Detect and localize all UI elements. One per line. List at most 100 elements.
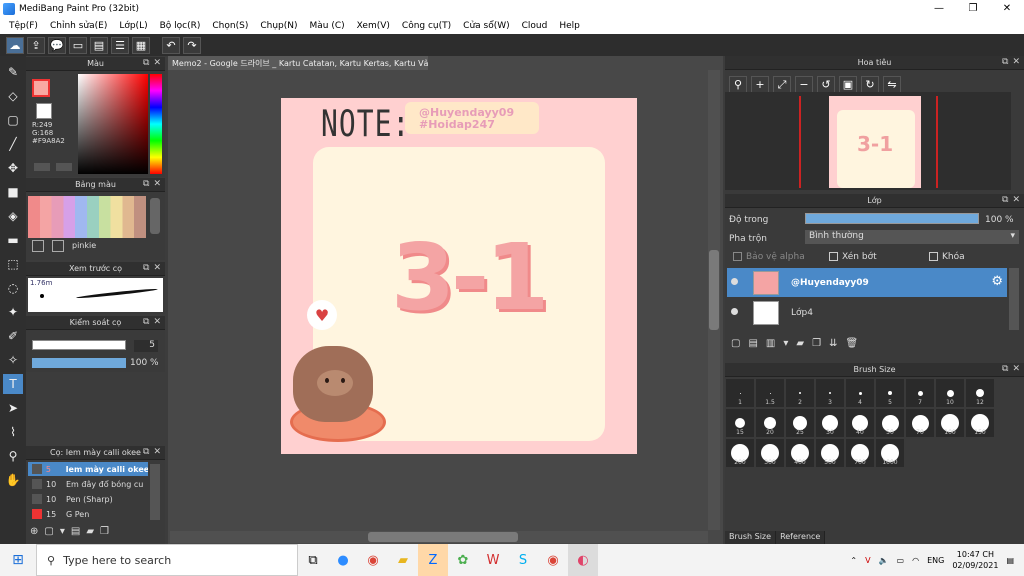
brush-size-cell[interactable]: 4	[845, 378, 875, 408]
duplicate-icon[interactable]: ❐	[100, 526, 109, 537]
brush-size-cell[interactable]: 2	[785, 378, 815, 408]
menu-tools[interactable]: Công cụ(T)	[396, 21, 457, 31]
detach-icon[interactable]: ⧉	[143, 447, 149, 457]
zoom-out-icon[interactable]: −	[795, 76, 813, 93]
upload-icon[interactable]: ⇪	[27, 36, 45, 54]
clock[interactable]: 10:47 CH 02/09/2021	[952, 549, 998, 571]
close-icon[interactable]: ✕	[153, 447, 161, 457]
eraser-tool-icon[interactable]: ◇	[3, 86, 23, 106]
brush-size-cell[interactable]: 400	[785, 438, 815, 468]
detach-icon[interactable]: ⧉	[1002, 195, 1008, 205]
brush-item[interactable]: 10 Em đây đổ bóng cu	[28, 477, 148, 491]
clip-checkbox[interactable]: Xén bớt	[829, 252, 877, 262]
undo-icon[interactable]: ↶	[162, 36, 180, 54]
new-layer-8bit-icon[interactable]: ▤	[748, 338, 757, 349]
brush-size-cell[interactable]: 70	[905, 408, 935, 438]
maximize-button[interactable]: ❐	[956, 0, 990, 17]
brush-size-cell[interactable]: 100	[935, 408, 965, 438]
redo-icon[interactable]: ↷	[183, 36, 201, 54]
task-view-icon[interactable]: ⧉	[298, 544, 328, 576]
canvas-vertical-scrollbar[interactable]	[708, 70, 720, 530]
dropper-tool-icon[interactable]: ⌇	[3, 422, 23, 442]
file-explorer-icon[interactable]: ▰	[388, 544, 418, 576]
color-mode-button[interactable]	[34, 163, 50, 171]
document-icon[interactable]: ▤	[90, 36, 108, 54]
document-tab[interactable]: Memo2 - Google 드라이브 _ Kartu Catatan, Kar…	[168, 56, 428, 70]
volume-icon[interactable]: 🔈	[879, 556, 889, 565]
brush-size-cell[interactable]: 15	[725, 408, 755, 438]
brush-size-cell[interactable]: 5	[875, 378, 905, 408]
color-gradient-square[interactable]	[78, 74, 148, 174]
protect-alpha-checkbox[interactable]: Bảo vệ alpha	[733, 252, 805, 262]
detach-icon[interactable]: ⧉	[1002, 364, 1008, 374]
chevron-up-icon[interactable]: ⌃	[850, 556, 857, 565]
fit-icon[interactable]: ⤢	[773, 76, 791, 93]
detach-icon[interactable]: ⧉	[1002, 57, 1008, 67]
text-tool-icon[interactable]: T	[3, 374, 23, 394]
menu-help[interactable]: Help	[553, 21, 586, 31]
add-layer-menu-icon[interactable]: ▾	[783, 338, 788, 349]
language-indicator[interactable]: ENG	[927, 556, 944, 565]
menu-file[interactable]: Tệp(F)	[3, 21, 44, 31]
skype-icon[interactable]: S	[508, 544, 538, 576]
line-tool-icon[interactable]: ╱	[3, 134, 23, 154]
hand-tool-icon[interactable]: ✋	[3, 470, 23, 490]
menu-select[interactable]: Chọn(S)	[206, 21, 254, 31]
brush-size-cell[interactable]: 3	[815, 378, 845, 408]
scroll-thumb[interactable]	[709, 250, 719, 330]
list-icon[interactable]: ☰	[111, 36, 129, 54]
brush-settings-icon[interactable]: ▤	[71, 526, 80, 537]
background-swatch[interactable]	[36, 103, 52, 119]
brush-size-cell[interactable]: 12	[965, 378, 995, 408]
brush-size-cell[interactable]: 20	[755, 408, 785, 438]
tab-reference[interactable]: Reference	[776, 531, 826, 544]
layer-row[interactable]: @Huyendayy09 ⚙	[727, 268, 1007, 297]
layer-opacity-slider[interactable]	[805, 213, 979, 224]
color-mode-button-2[interactable]	[56, 163, 72, 171]
select-rect-icon[interactable]: ⬚	[3, 254, 23, 274]
zoom-in-icon[interactable]: +	[751, 76, 769, 93]
rect-tool-icon[interactable]: ▢	[3, 110, 23, 130]
magic-wand-icon[interactable]: ✦	[3, 302, 23, 322]
delete-palette-icon[interactable]	[52, 240, 64, 252]
menu-window[interactable]: Cửa sổ(W)	[457, 21, 515, 31]
select-pen-icon[interactable]: ✐	[3, 326, 23, 346]
cloud-icon[interactable]: ☁	[6, 36, 24, 54]
actual-size-icon[interactable]: ▣	[839, 76, 857, 93]
eye-icon[interactable]	[731, 278, 738, 285]
brush-size-cell[interactable]: 200	[725, 438, 755, 468]
add-brush-icon[interactable]: ⊕	[30, 526, 38, 537]
brush-size-cell[interactable]: 1000	[875, 438, 905, 468]
menu-edit[interactable]: Chỉnh sửa(E)	[44, 21, 113, 31]
antivirus-icon[interactable]: V	[865, 556, 870, 565]
menu-layer[interactable]: Lớp(L)	[113, 21, 153, 31]
chrome-icon[interactable]: ◉	[358, 544, 388, 576]
zalo-icon[interactable]: Z	[418, 544, 448, 576]
brush-size-cell[interactable]: 40	[845, 408, 875, 438]
bucket-tool-icon[interactable]: ◈	[3, 206, 23, 226]
app-green-icon[interactable]: ✿	[448, 544, 478, 576]
brush-size-cell[interactable]: 1	[725, 378, 755, 408]
brush-size-cell[interactable]: 10	[935, 378, 965, 408]
brush-size-value[interactable]: 5	[134, 340, 158, 352]
notification-icon[interactable]: ▤	[1006, 556, 1014, 565]
brush-list-scrollbar[interactable]	[150, 464, 160, 520]
canvas-horizontal-scrollbar[interactable]	[170, 531, 708, 543]
menu-color[interactable]: Màu (C)	[304, 21, 351, 31]
minimize-button[interactable]: —	[922, 0, 956, 17]
brush-opacity-slider[interactable]	[32, 358, 126, 368]
brush-tool-icon[interactable]: ✎	[3, 62, 23, 82]
palette-swatches[interactable]	[28, 196, 146, 238]
grid-icon[interactable]: ▦	[132, 36, 150, 54]
network-icon[interactable]: ◠	[912, 556, 919, 565]
blend-mode-select[interactable]: Bình thường ▾	[805, 230, 1019, 244]
gradient-tool-icon[interactable]: ▬	[3, 230, 23, 250]
detach-icon[interactable]: ⧉	[143, 58, 149, 68]
palette-scrollbar[interactable]	[150, 198, 160, 234]
duplicate-icon[interactable]: ❐	[812, 338, 821, 349]
brush-menu-icon[interactable]: ▾	[60, 526, 65, 537]
menu-view[interactable]: Xem(V)	[351, 21, 396, 31]
close-icon[interactable]: ✕	[153, 58, 161, 68]
lasso-icon[interactable]: ◌	[3, 278, 23, 298]
hue-slider[interactable]	[150, 74, 162, 174]
